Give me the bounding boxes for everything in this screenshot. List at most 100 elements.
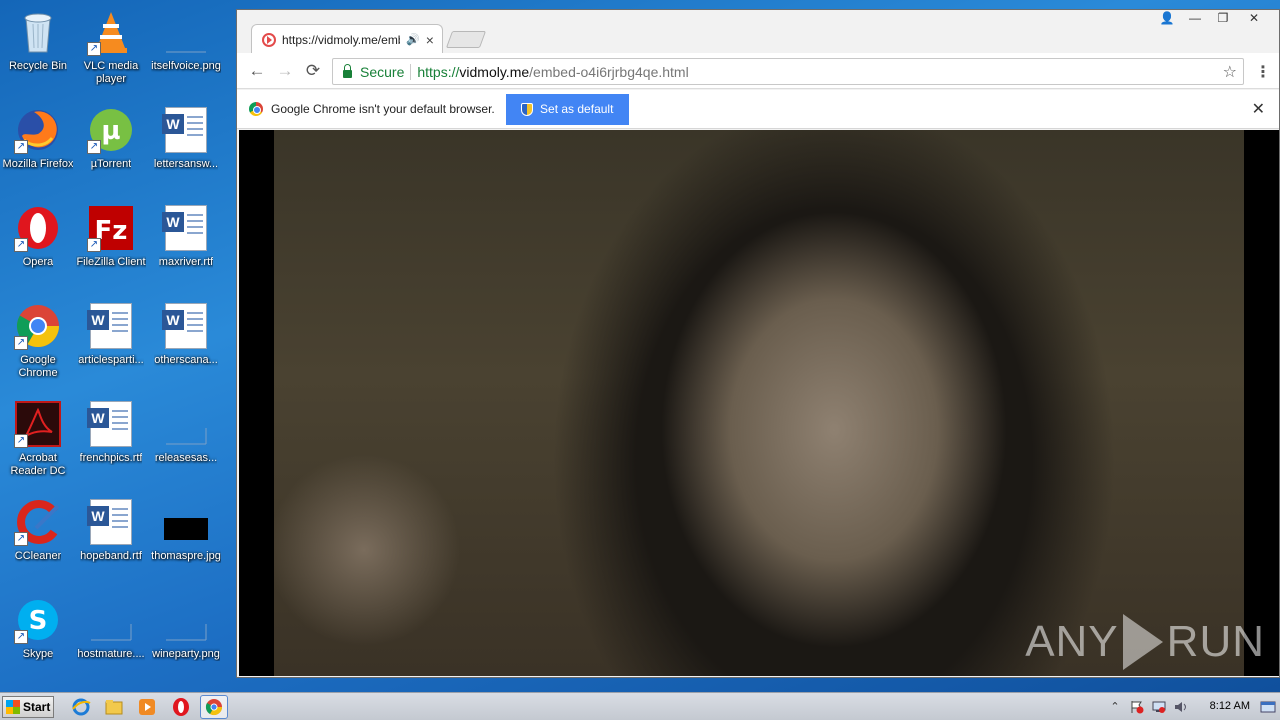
- desktop-icon-label: wineparty.png: [152, 648, 220, 660]
- desktop-icon-utorrent[interactable]: µ ↗ µTorrent: [73, 102, 149, 194]
- close-window-button[interactable]: ✕: [1237, 10, 1271, 27]
- set-as-default-button[interactable]: Set as default: [505, 93, 629, 125]
- shortcut-arrow-icon: ↗: [14, 532, 28, 546]
- url-scheme: https://: [417, 63, 460, 80]
- url-path: /embed-o4i6rjrbg4qe.html: [529, 63, 689, 80]
- image-file-icon: [162, 8, 210, 56]
- desktop-icon-opera[interactable]: ↗ Opera: [0, 200, 76, 292]
- word-document-icon: W: [162, 302, 210, 350]
- shortcut-arrow-icon: ↗: [14, 434, 28, 448]
- browser-toolbar: ← → ⟳ Secure https://vidmoly.me/embed-o4…: [237, 53, 1279, 89]
- desktop-icon-firefox[interactable]: ↗ Mozilla Firefox: [0, 102, 76, 194]
- taskbar-clock[interactable]: 8:12 AM: [1210, 700, 1250, 712]
- forward-icon[interactable]: →: [275, 61, 295, 81]
- play-icon: [1122, 614, 1163, 670]
- desktop-icon-skype[interactable]: S ↗ Skype: [0, 592, 76, 684]
- desktop-icon-label: Skype: [22, 648, 54, 660]
- minimize-button[interactable]: —: [1181, 10, 1209, 27]
- address-bar[interactable]: Secure https://vidmoly.me/embed-o4i6rjrb…: [332, 58, 1244, 85]
- vlc-icon: ↗: [87, 8, 135, 56]
- title-bar: https://vidmoly.me/emb 🔊 × 👤 — ❐ ✕: [237, 10, 1279, 54]
- watermark-left-text: ANY: [1025, 617, 1119, 666]
- anyrun-watermark: ANY RUN: [1025, 614, 1265, 670]
- desktop-icon-label: releasesas...: [154, 452, 218, 464]
- reload-icon[interactable]: ⟳: [303, 61, 323, 81]
- secure-label: Secure: [360, 63, 405, 80]
- bookmark-star-icon[interactable]: ☆: [1223, 62, 1237, 82]
- desktop-icon-maxriver[interactable]: W maxriver.rtf: [148, 200, 224, 292]
- desktop-icon-otherscana[interactable]: W otherscana...: [148, 298, 224, 390]
- desktop-icon-label: maxriver.rtf: [158, 256, 214, 268]
- media-player-icon[interactable]: [137, 697, 157, 717]
- new-tab-button[interactable]: [445, 31, 487, 48]
- desktop-icon-label: Mozilla Firefox: [2, 158, 74, 170]
- default-browser-infobar: Google Chrome isn't your default browser…: [237, 90, 1279, 129]
- utorrent-icon: µ ↗: [87, 106, 135, 154]
- file-explorer-icon[interactable]: [104, 697, 124, 717]
- video-player[interactable]: ANY RUN: [239, 130, 1279, 676]
- ccleaner-icon: ↗: [14, 498, 62, 546]
- desktop-icon-articlesparti[interactable]: W articlesparti...: [73, 298, 149, 390]
- omnibox-divider: [410, 63, 412, 80]
- desktop-icon-label: Recycle Bin: [8, 60, 68, 72]
- desktop-icon-filezilla[interactable]: Fz ↗ FileZilla Client: [73, 200, 149, 292]
- desktop-icon-chrome[interactable]: ↗ Google Chrome: [0, 298, 76, 390]
- shortcut-arrow-icon: ↗: [14, 140, 28, 154]
- desktop-icon-thomaspre[interactable]: thomaspre.jpg: [148, 494, 224, 586]
- desktop-icon-label: itselfvoice.png: [151, 60, 221, 72]
- desktop-icon-label: Acrobat Reader DC: [10, 452, 66, 477]
- desktop-icon-label: µTorrent: [90, 158, 132, 170]
- desktop-icon-acrobat[interactable]: ↗ Acrobat Reader DC: [0, 396, 76, 488]
- desktop-icon-hopeband[interactable]: W hopeband.rtf: [73, 494, 149, 586]
- back-icon[interactable]: ←: [247, 61, 267, 81]
- shortcut-arrow-icon: ↗: [14, 336, 28, 350]
- image-file-icon: [162, 596, 210, 644]
- desktop-icon-label: otherscana...: [154, 354, 218, 366]
- desktop-icon-hostmature[interactable]: hostmature....: [73, 592, 149, 684]
- desktop-icon-label: lettersansw...: [153, 158, 219, 170]
- recycle-bin-icon: [14, 8, 62, 56]
- svg-text:µ: µ: [101, 116, 120, 146]
- shortcut-arrow-icon: ↗: [14, 630, 28, 644]
- chrome-menu-icon[interactable]: ⋮: [1255, 62, 1271, 82]
- image-file-icon: [87, 596, 135, 644]
- desktop-icon-label: CCleaner: [14, 550, 62, 562]
- svg-text:S: S: [29, 606, 48, 636]
- shortcut-arrow-icon: ↗: [87, 42, 101, 56]
- desktop-icon-lettersansw[interactable]: W lettersansw...: [148, 102, 224, 194]
- start-button[interactable]: Start: [2, 696, 54, 718]
- desktop-icon-vlc[interactable]: ↗ VLC media player: [73, 4, 149, 96]
- desktop-icon-label: frenchpics.rtf: [79, 452, 143, 464]
- shortcut-arrow-icon: ↗: [87, 238, 101, 252]
- desktop-icon-itselfvoice[interactable]: itselfvoice.png: [148, 4, 224, 96]
- network-icon[interactable]: [1152, 700, 1166, 714]
- desktop-icon-label: hostmature....: [77, 648, 145, 660]
- action-center-flag-icon[interactable]: [1130, 700, 1144, 714]
- desktop-icon-wineparty[interactable]: wineparty.png: [148, 592, 224, 684]
- opera-taskbar-icon[interactable]: [171, 697, 191, 717]
- desktop-icon-ccleaner[interactable]: ↗ CCleaner: [0, 494, 76, 586]
- watermark-right-text: RUN: [1166, 617, 1265, 666]
- tray-expand-icon[interactable]: ⌃: [1108, 700, 1122, 714]
- browser-tab[interactable]: https://vidmoly.me/emb 🔊 ×: [251, 24, 443, 54]
- tab-close-icon[interactable]: ×: [426, 32, 434, 48]
- desktop-icon-frenchpics[interactable]: W frenchpics.rtf: [73, 396, 149, 488]
- chrome-window: https://vidmoly.me/emb 🔊 × 👤 — ❐ ✕ ← → ⟳…: [236, 9, 1280, 678]
- profile-icon[interactable]: 👤: [1153, 10, 1181, 27]
- url-host: vidmoly.me: [459, 63, 530, 80]
- filezilla-icon: Fz ↗: [87, 204, 135, 252]
- desktop-icon-releasesas[interactable]: releasesas...: [148, 396, 224, 488]
- desktop-icon-label: Google Chrome: [18, 354, 58, 379]
- infobar-message: Google Chrome isn't your default browser…: [271, 102, 495, 116]
- restore-button[interactable]: ❐: [1209, 10, 1237, 27]
- volume-icon[interactable]: [1174, 700, 1188, 714]
- desktop-icon-label: articlesparti...: [78, 354, 144, 366]
- show-desktop-icon[interactable]: [1260, 700, 1276, 714]
- infobar-close-icon[interactable]: ✕: [1252, 99, 1265, 119]
- tab-audio-icon[interactable]: 🔊: [406, 33, 420, 46]
- word-document-icon: W: [162, 106, 210, 154]
- word-document-icon: W: [87, 400, 135, 448]
- desktop-icon-recycle-bin[interactable]: Recycle Bin: [0, 4, 76, 96]
- internet-explorer-icon[interactable]: [71, 697, 91, 717]
- chrome-taskbar-icon[interactable]: [200, 695, 228, 719]
